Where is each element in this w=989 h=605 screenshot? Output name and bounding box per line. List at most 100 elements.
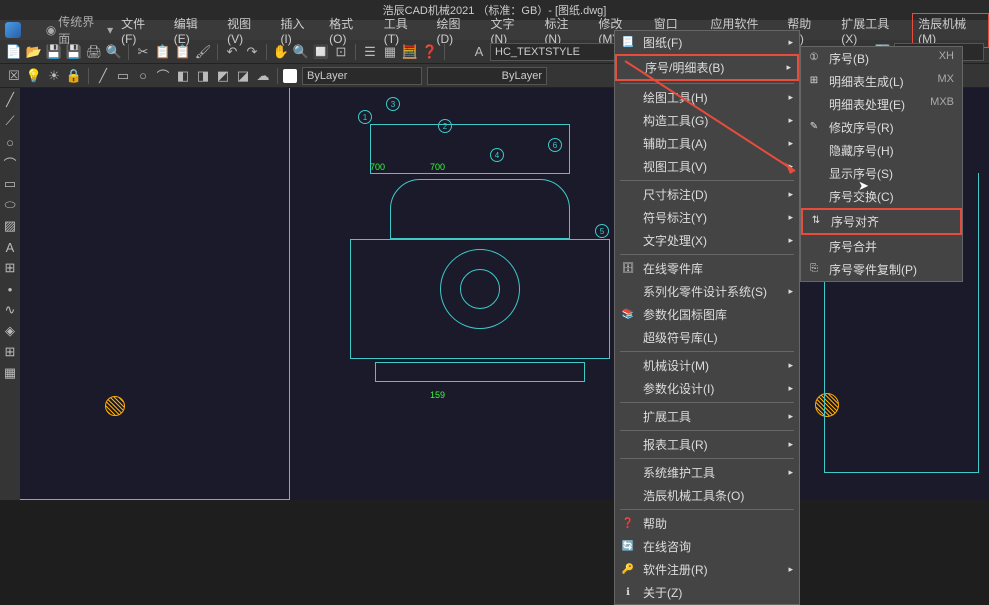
menu-reporttool[interactable]: 报表工具(R) (615, 433, 799, 456)
saveall-icon[interactable]: 💾 (65, 43, 83, 61)
circle-icon[interactable]: ○ (134, 67, 152, 85)
side-line-icon[interactable]: ╱ (1, 91, 19, 109)
side-hatch-icon[interactable]: ▨ (1, 217, 19, 235)
side-more-icon[interactable]: ▦ (1, 364, 19, 382)
linetype-dropdown[interactable]: ByLayer (427, 67, 547, 85)
cloud-icon[interactable]: ☁ (254, 67, 272, 85)
sub-hideseq[interactable]: 隐藏序号(H) (801, 139, 962, 162)
open-icon[interactable]: 📂 (25, 43, 43, 61)
sub-seqswap[interactable]: 序号交换(C) (801, 185, 962, 208)
help-icon[interactable]: ❓ (421, 43, 439, 61)
menu-texttool[interactable]: 文字处理(X) (615, 229, 799, 252)
side-point-icon[interactable]: • (1, 280, 19, 298)
sun-icon[interactable]: ☀ (45, 67, 63, 85)
balloon-6: 6 (548, 138, 562, 152)
menu-paramdesign[interactable]: 参数化设计(I) (615, 377, 799, 400)
render-icon[interactable]: ◪ (234, 67, 252, 85)
side-text-icon[interactable]: A (1, 238, 19, 256)
sub-bomgen[interactable]: ⊞明细表生成(L)MX (801, 70, 962, 93)
menu-dimtool[interactable]: 尺寸标注(D) (615, 183, 799, 206)
menu-about[interactable]: ℹ关于(Z) (615, 581, 799, 604)
drawing-content: 1 3 2 4 6 5 700 700 159 (290, 94, 620, 404)
shade-icon[interactable]: ◩ (214, 67, 232, 85)
sub-bomproc[interactable]: 明细表处理(E)MXB (801, 93, 962, 116)
text-icon[interactable]: A (470, 43, 488, 61)
redo-icon[interactable]: ↷ (243, 43, 261, 61)
menu-bar: ◉ 传统界面 ▾ 文件(F) 编辑(E) 视图(V) 插入(I) 格式(O) 工… (0, 20, 989, 40)
sub-partcopy[interactable]: ⎘序号零件复制(P) (801, 258, 962, 281)
align-icon: ⇅ (809, 213, 823, 227)
table-icon[interactable]: ▦ (381, 43, 399, 61)
cut-icon[interactable]: ✂ (134, 43, 152, 61)
menu-drawtool[interactable]: 绘图工具(H) (615, 86, 799, 109)
key-icon: 🔑 (621, 563, 635, 577)
menu-symtool[interactable]: 符号标注(Y) (615, 206, 799, 229)
menu-superlib[interactable]: 超级符号库(L) (615, 326, 799, 349)
zoomext-icon[interactable]: ⊡ (332, 43, 350, 61)
paint-icon[interactable]: 🖌 (194, 43, 212, 61)
side-ellipse-icon[interactable]: ⬭ (1, 196, 19, 214)
layer-icon[interactable]: ☒ (5, 67, 23, 85)
cube-icon[interactable]: ◧ (174, 67, 192, 85)
side-arc-icon[interactable]: ⌒ (1, 154, 19, 172)
light-icon[interactable]: 💡 (25, 67, 43, 85)
menu-sheet[interactable]: 📃图纸(F) (615, 31, 799, 54)
new-icon[interactable]: 📄 (5, 43, 23, 61)
rect-icon[interactable]: ▭ (114, 67, 132, 85)
menu-sysmaint[interactable]: 系统维护工具 (615, 461, 799, 484)
lock-icon[interactable]: 🔒 (65, 67, 83, 85)
sub-seqnum[interactable]: ①序号(B)XH (801, 47, 962, 70)
preview-icon[interactable]: 🔍 (105, 43, 123, 61)
side-insert-icon[interactable]: ⊞ (1, 259, 19, 277)
menu-mechtooladd[interactable]: 浩辰机械工具条(O) (615, 484, 799, 507)
textstyle-dropdown[interactable]: HC_TEXTSTYLE (490, 43, 620, 61)
paste-icon[interactable]: 📋 (174, 43, 192, 61)
undo-icon[interactable]: ↶ (223, 43, 241, 61)
menu-exttool[interactable]: 扩展工具 (615, 405, 799, 428)
menu-series[interactable]: 系列化零件设计系统(S) (615, 280, 799, 303)
sub-modseq[interactable]: ✎修改序号(R) (801, 116, 962, 139)
bom-submenu: ①序号(B)XH ⊞明细表生成(L)MX 明细表处理(E)MXB ✎修改序号(R… (800, 46, 963, 282)
color-swatch[interactable] (283, 69, 297, 83)
print-icon[interactable]: 🖨 (85, 43, 103, 61)
calc-icon[interactable]: 🧮 (401, 43, 419, 61)
props-icon[interactable]: ☰ (361, 43, 379, 61)
side-table-icon[interactable]: ⊞ (1, 343, 19, 361)
pan-icon[interactable]: ✋ (272, 43, 290, 61)
menu-online[interactable]: 🔄在线咨询 (615, 535, 799, 558)
menu-helpitem[interactable]: ❓帮助 (615, 512, 799, 535)
sub-seqmerge[interactable]: 序号合并 (801, 235, 962, 258)
refresh2-icon: 🔄 (621, 540, 635, 554)
app-logo-icon[interactable] (5, 22, 21, 38)
side-pline-icon[interactable]: ⟋ (1, 112, 19, 130)
balloon-4: 4 (490, 148, 504, 162)
layer-dropdown[interactable]: ByLayer (302, 67, 422, 85)
zoomwin-icon[interactable]: 🔲 (312, 43, 330, 61)
menu-auxtool[interactable]: 辅助工具(A) (615, 132, 799, 155)
menu-viewtool[interactable]: 视图工具(V) (615, 155, 799, 178)
helpq-icon: ❓ (621, 517, 635, 531)
save-icon[interactable]: 💾 (45, 43, 63, 61)
view3d-icon[interactable]: ◨ (194, 67, 212, 85)
side-circle-icon[interactable]: ○ (1, 133, 19, 151)
side-tools: ╱ ⟋ ○ ⌒ ▭ ⬭ ▨ A ⊞ • ∿ ◈ ⊞ ▦ (0, 88, 20, 500)
sub-seqalign[interactable]: ⇅序号对齐 (801, 208, 962, 235)
menu-mechdesign[interactable]: 机械设计(M) (615, 354, 799, 377)
zoom-icon[interactable]: 🔍 (292, 43, 310, 61)
copy-icon[interactable]: 📋 (154, 43, 172, 61)
menu-bom[interactable]: 序号/明细表(B) (615, 54, 799, 81)
line-icon[interactable]: ╱ (94, 67, 112, 85)
side-rect-icon[interactable]: ▭ (1, 175, 19, 193)
sub-showseq[interactable]: 显示序号(S) (801, 162, 962, 185)
info-icon: ℹ (621, 586, 635, 600)
arc-icon[interactable]: ⌒ (154, 67, 172, 85)
db-icon: 🗄 (621, 262, 635, 276)
menu-consttool[interactable]: 构造工具(G) (615, 109, 799, 132)
side-spline-icon[interactable]: ∿ (1, 301, 19, 319)
balloon-1: 1 (358, 110, 372, 124)
side-region-icon[interactable]: ◈ (1, 322, 19, 340)
menu-paramlib[interactable]: 📚参数化国标图库 (615, 303, 799, 326)
menu-register[interactable]: 🔑软件注册(R) (615, 558, 799, 581)
menu-partslib[interactable]: 🗄在线零件库 (615, 257, 799, 280)
balloon-5: 5 (595, 224, 609, 238)
